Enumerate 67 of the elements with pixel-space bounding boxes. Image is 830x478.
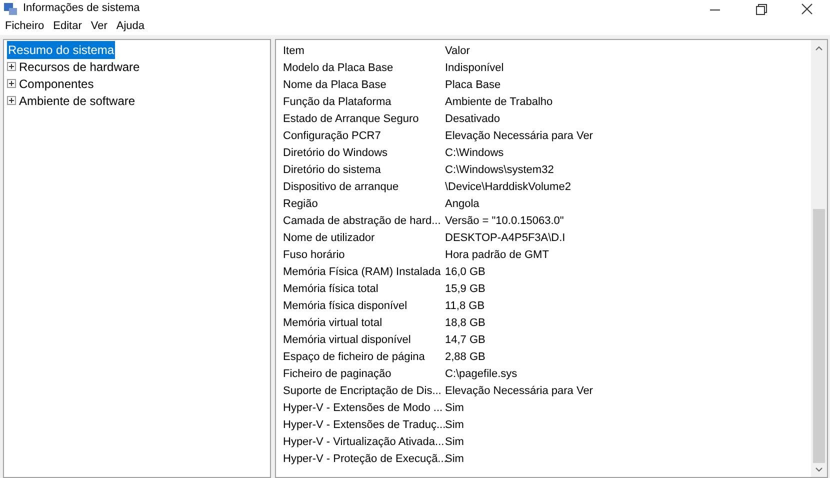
table-cell-text: Angola: [445, 197, 480, 212]
table-cell-text: Versão = "10.0.15063.0": [445, 214, 564, 230]
scroll-thumb[interactable]: [813, 209, 825, 463]
table-cell-text: 16,0 GB: [445, 265, 486, 280]
table-cell-text: Hyper-V - Extensões de Modo ...: [283, 401, 444, 416]
table-cell-text: Fuso horário: [283, 248, 346, 264]
column-header[interactable]: Item: [283, 43, 445, 60]
app-icon: [4, 2, 17, 14]
expand-icon[interactable]: [7, 79, 16, 88]
menu-item[interactable]: Ver: [90, 18, 108, 34]
table-cell-text: C:\pagefile.sys: [445, 367, 518, 382]
table-cell-text: \Device\HarddiskVolume2: [445, 180, 571, 196]
table-cell-text: Indisponível: [445, 61, 504, 76]
table-cell-text: Memória física total: [283, 282, 380, 298]
table-cell-text: Configuração PCR7: [283, 129, 382, 144]
table-cell-text: 15,9 GB: [445, 282, 486, 298]
table-cell-text: Estado de Arranque Seguro: [283, 112, 420, 128]
table-cell-text: 2,88 GB: [445, 350, 486, 366]
table-cell-text: Sim: [445, 435, 464, 450]
window-title: Informações de sistema: [23, 1, 140, 16]
table-cell-text: Elevação Necessária para Ver: [445, 384, 593, 400]
table-cell-text: Memória virtual disponível: [283, 333, 412, 348]
table-cell-text: Sim: [445, 418, 464, 434]
table-cell-text: Nome da Placa Base: [283, 78, 388, 94]
table-cell-text: C:\Windows\system32: [445, 163, 554, 178]
table-cell-text: Ambiente de Trabalho: [445, 95, 553, 110]
table-cell-text: Espaço de ficheiro de página: [283, 350, 426, 366]
table-cell-text: DESKTOP-A4P5F3A\D.I: [445, 231, 566, 246]
expand-icon[interactable]: [7, 96, 16, 105]
menu-item[interactable]: Editar: [53, 18, 82, 34]
table-cell-text: Placa Base: [445, 78, 501, 94]
table-cell-text: Diretório do sistema: [283, 163, 382, 178]
table-cell-text: Hyper-V - Proteção de Execuçã...: [283, 452, 445, 468]
table-cell-text: Hora padrão de GMT: [445, 248, 549, 264]
table-cell-text: Camada de abstração de hard...: [283, 214, 442, 230]
table-cell-text: Sim: [445, 401, 464, 416]
table-cell-text: Sim: [445, 452, 464, 468]
table-cell-text: Suporte de Encriptação de Dis...: [283, 384, 442, 400]
table-cell-text: 14,7 GB: [445, 333, 486, 348]
table-cell-text: Ficheiro de paginação: [283, 367, 392, 382]
column-header[interactable]: Valor: [445, 43, 470, 60]
table-cell-text: 18,8 GB: [445, 316, 486, 332]
table-cell-text: Hyper-V - Virtualização Ativada...: [283, 435, 445, 450]
table-cell-text: Memória virtual total: [283, 316, 384, 332]
table-cell-text: Nome de utilizador: [283, 231, 376, 246]
table-cell-text: C:\Windows: [445, 146, 504, 162]
tree-item[interactable]: Ambiente de software: [18, 92, 136, 110]
scroll-down-icon[interactable]: [815, 467, 823, 473]
table-cell-text: 11,8 GB: [445, 299, 485, 314]
scrollbar[interactable]: [811, 40, 827, 477]
table-cell-text: Memória física disponível: [283, 299, 408, 314]
table-cell-text: Dispositivo de arranque: [283, 180, 400, 196]
table-cell-text: Elevação Necessária para Ver: [445, 129, 593, 144]
menu-item[interactable]: Ficheiro: [5, 18, 44, 34]
table-cell-text: Função da Plataforma: [283, 95, 392, 110]
table-cell-text: Região: [283, 197, 319, 212]
tree-item[interactable]: Resumo do sistema: [7, 40, 116, 58]
scroll-up-icon[interactable]: [815, 45, 823, 51]
expand-icon[interactable]: [7, 62, 16, 71]
tree-item[interactable]: Componentes: [18, 74, 95, 92]
table-cell-text: Desativado: [445, 112, 500, 128]
menu-item[interactable]: Ajuda: [116, 18, 145, 34]
table-cell-text: Diretório do Windows: [283, 146, 389, 162]
table-cell-text: Modelo da Placa Base: [283, 61, 394, 76]
tree-item[interactable]: Recursos de hardware: [18, 58, 141, 76]
table-cell-text: Memória Física (RAM) Instalada: [283, 265, 442, 280]
table-cell-text: Hyper-V - Extensões de Traduç...: [283, 418, 445, 434]
